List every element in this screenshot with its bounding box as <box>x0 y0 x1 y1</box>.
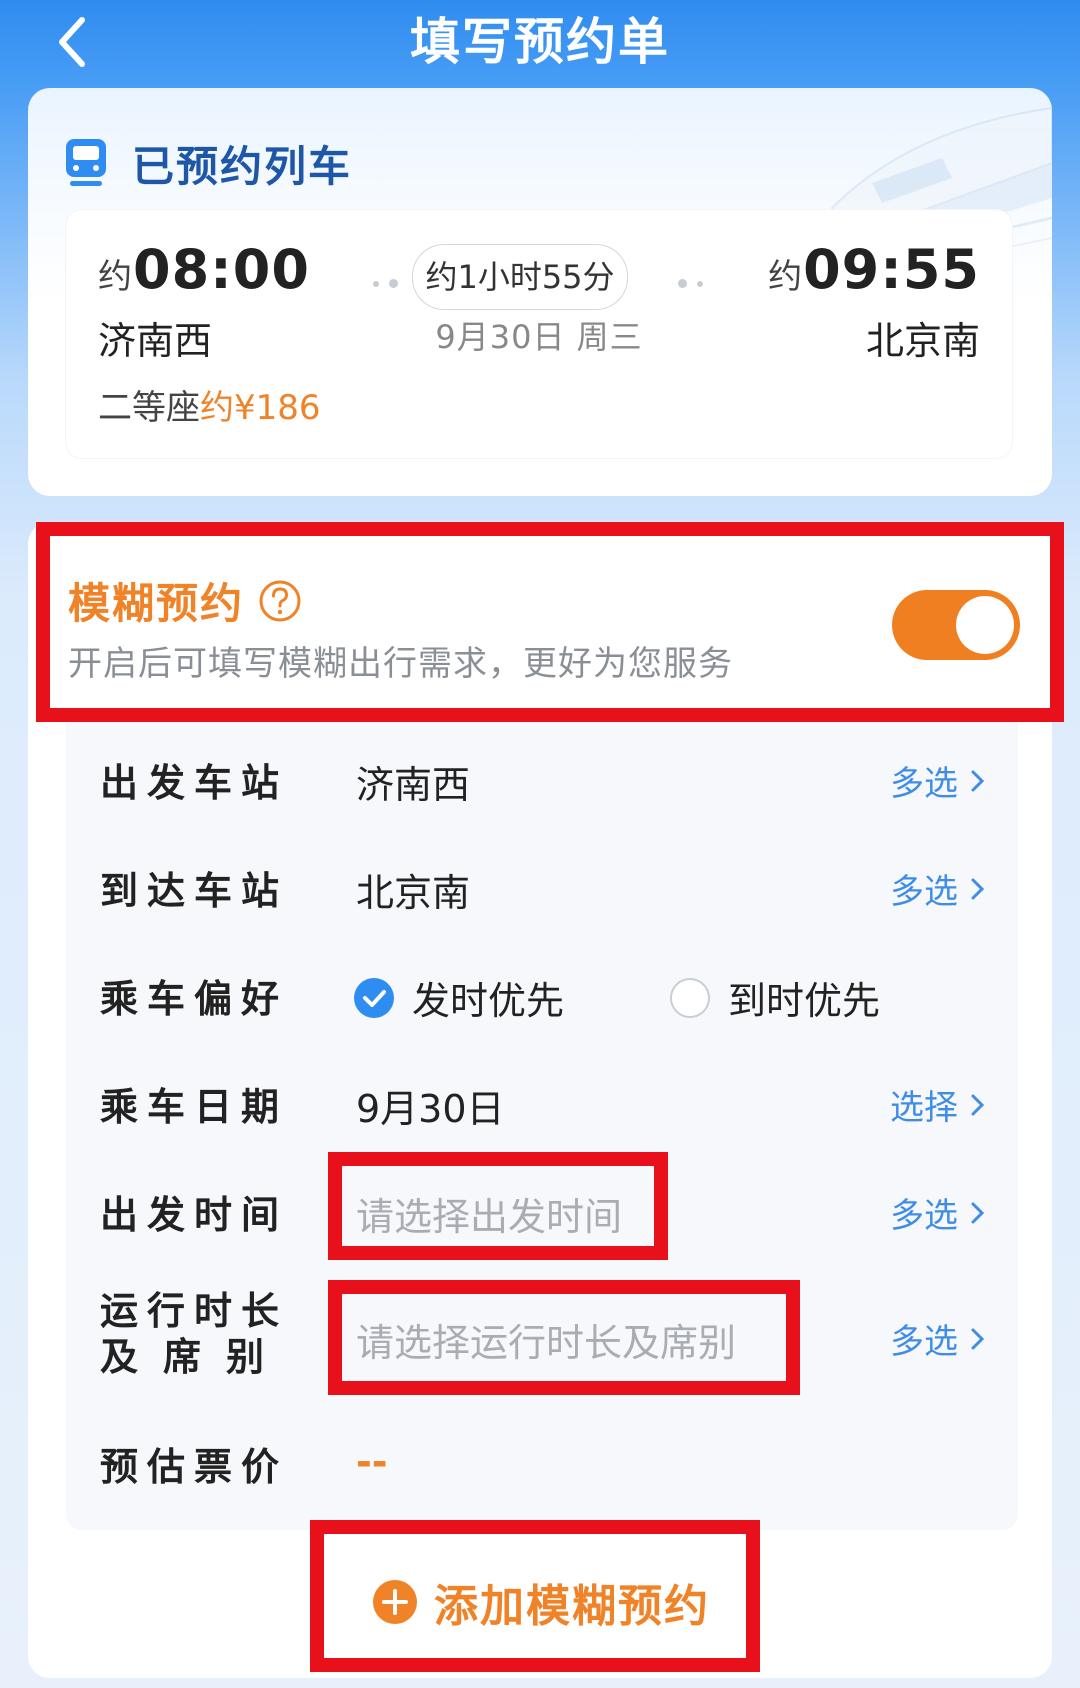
label-date: 乘车日期 <box>100 1085 289 1129</box>
card-header: 已预约列车 <box>64 128 352 198</box>
approx-prefix: 约 <box>768 257 804 297</box>
action-label: 多选 <box>890 872 958 912</box>
highlight-frame-duration <box>328 1280 800 1395</box>
action-label: 选择 <box>890 1088 958 1128</box>
label-duration-line1: 运行时长 <box>100 1289 289 1333</box>
date-select[interactable]: 选择 <box>890 1080 988 1129</box>
label-duration-seat: 运行时长 及席别 <box>100 1288 289 1380</box>
chevron-right-icon <box>971 770 985 791</box>
seat-price-line: 二等座约¥186 <box>98 380 321 429</box>
highlight-frame-toggle <box>36 522 1064 722</box>
chevron-right-icon <box>971 1328 985 1349</box>
departure-time-value: 08:00 <box>133 238 310 301</box>
arrival-time: 约09:55 <box>768 238 980 301</box>
radio-departure-first[interactable]: 发时优先 <box>354 970 564 1025</box>
arrival-station: 北京南 <box>865 319 980 363</box>
departure-time: 约08:00 <box>98 238 310 301</box>
radio-label: 到时优先 <box>728 979 881 1023</box>
dots-right <box>673 272 708 291</box>
trip-date: 9月30日 周三 <box>435 318 643 356</box>
dots-left <box>368 272 403 291</box>
seat-price: 约¥186 <box>200 388 321 428</box>
highlight-frame-departure-time <box>328 1152 668 1260</box>
radio-arrival-first[interactable]: 到时优先 <box>670 970 880 1025</box>
reserved-train-card: 已预约列车 约08:00 约09:55 约1小时55分 9月30日 周三 济南西… <box>28 88 1052 496</box>
chevron-right-icon <box>971 1202 985 1223</box>
duration-pill: 约1小时55分 <box>412 244 628 310</box>
card-title: 已预约列车 <box>132 141 353 191</box>
arrival-time-value: 09:55 <box>803 238 980 301</box>
value-arrival-station: 北京南 <box>356 871 471 915</box>
label-departure-time: 出发时间 <box>100 1193 289 1237</box>
top-bar: 填写预约单 <box>0 0 1080 90</box>
approx-prefix: 约 <box>98 257 133 297</box>
duration-indicator: 约1小时55分 <box>368 244 708 310</box>
estimated-price-value: -- <box>356 1440 388 1484</box>
action-label: 多选 <box>890 1322 958 1362</box>
value-date: 9月30日 <box>356 1087 505 1131</box>
value-departure-station: 济南西 <box>356 763 471 807</box>
radio-label: 发时优先 <box>412 979 565 1023</box>
label-estimated-price: 预估票价 <box>100 1445 289 1489</box>
seat-type: 二等座 <box>98 388 200 428</box>
departure-time-multiselect[interactable]: 多选 <box>890 1188 988 1237</box>
label-preference: 乘车偏好 <box>100 977 289 1021</box>
label-arrival-station: 到达车站 <box>100 869 289 913</box>
trip-info: 约08:00 约09:55 约1小时55分 9月30日 周三 济南西 北京南 二… <box>66 210 1012 458</box>
radio-unchecked-icon <box>670 977 710 1018</box>
train-icon <box>66 139 106 186</box>
action-label: 多选 <box>890 764 958 804</box>
label-duration-line2: 及席别 <box>100 1335 290 1379</box>
radio-checked-icon <box>354 977 394 1018</box>
departure-station-multiselect[interactable]: 多选 <box>890 756 988 805</box>
arrival-station-multiselect[interactable]: 多选 <box>890 864 988 913</box>
duration-seat-multiselect[interactable]: 多选 <box>890 1314 988 1363</box>
highlight-frame-add-button <box>310 1520 760 1672</box>
page-title: 填写预约单 <box>410 13 670 71</box>
chevron-right-icon <box>971 1094 985 1115</box>
departure-station: 济南西 <box>98 319 213 363</box>
label-departure-station: 出发车站 <box>100 761 289 805</box>
chevron-right-icon <box>971 878 985 899</box>
action-label: 多选 <box>890 1196 958 1236</box>
